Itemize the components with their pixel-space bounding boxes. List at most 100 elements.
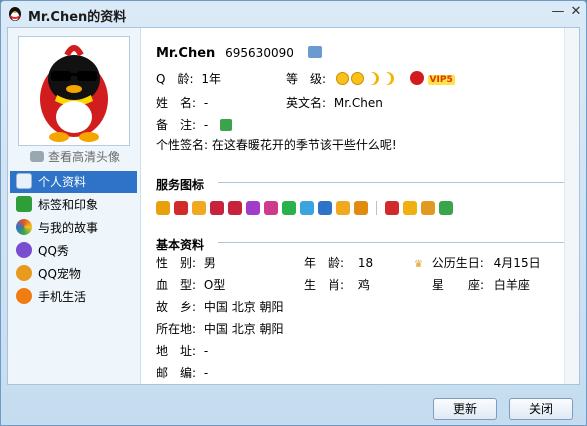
zodiac-label: 生 肖:	[304, 278, 345, 292]
english-name-label: 英文名:	[286, 96, 327, 110]
qq-vip-penguin-icon[interactable]	[409, 71, 424, 85]
qqshow-icon	[16, 242, 32, 258]
constellation-row: 星 座: 白羊座	[432, 276, 530, 293]
postcode-label: 邮 编:	[156, 366, 197, 380]
location-row: 所在地: 中国 北京 朝阳	[156, 320, 284, 337]
postcode-value: -	[203, 366, 209, 380]
age-row: 年 龄: 18	[304, 254, 373, 271]
penguin-avatar-image	[40, 45, 108, 142]
sidebar: 查看高清头像 个人资料 标签和印象 与我的故事 QQ秀 QQ宠物 手机生活	[8, 28, 141, 384]
service-icon[interactable]	[156, 200, 170, 215]
remark-row: 备 注: -	[156, 116, 233, 133]
service-icon[interactable]	[300, 200, 314, 215]
close-button[interactable]: 关闭	[509, 398, 573, 420]
crown-icon: ♛	[414, 259, 423, 270]
signature-row: 个性签名: 在这春暖花开的季节该干些什么呢!	[156, 136, 397, 153]
address-value: -	[203, 344, 209, 358]
blood-row: 血 型: O型	[156, 276, 225, 293]
sun-level-icon	[335, 72, 349, 85]
service-icon[interactable]	[354, 200, 368, 215]
postcode-row: 邮 编: -	[156, 364, 208, 381]
sidebar-item-mobile[interactable]: 手机生活	[10, 286, 137, 308]
hometown-value: 中国 北京 朝阳	[203, 300, 284, 314]
signature-label: 个性签名:	[156, 138, 209, 152]
service-icon[interactable]	[192, 200, 206, 215]
vip-badge[interactable]: VIP5	[427, 75, 455, 85]
service-icon[interactable]	[246, 200, 260, 215]
service-icons-row	[156, 200, 457, 215]
service-icon[interactable]	[210, 200, 224, 215]
qq-age-label: Q 龄:	[156, 72, 194, 86]
service-icon[interactable]	[228, 200, 242, 215]
hometown-label: 故 乡:	[156, 300, 197, 314]
refresh-button[interactable]: 更新	[433, 398, 497, 420]
zodiac-row: 生 肖: 鸡	[304, 276, 370, 293]
level-icons[interactable]	[335, 72, 400, 86]
service-icon[interactable]	[403, 200, 417, 215]
age-label: 年 龄:	[304, 256, 345, 270]
address-row: 地 址: -	[156, 342, 208, 359]
moon-level-icon	[381, 72, 394, 85]
basic-section-title: 基本资料	[156, 238, 205, 252]
sidebar-item-label: QQ秀	[38, 244, 69, 258]
english-name-value: Mr.Chen	[333, 96, 383, 110]
english-name-row: 英文名: Mr.Chen	[286, 94, 383, 111]
sidebar-item-qqpet[interactable]: QQ宠物	[10, 263, 137, 285]
zodiac-value: 鸡	[357, 278, 370, 292]
section-divider	[218, 182, 566, 183]
service-icon[interactable]	[439, 200, 453, 215]
view-hd-avatar-link[interactable]: 查看高清头像	[30, 148, 120, 165]
sidebar-item-label: 与我的故事	[38, 221, 99, 235]
blood-value: O型	[203, 278, 226, 292]
sidebar-item-label: 个人资料	[38, 175, 87, 189]
section-divider	[218, 242, 566, 243]
service-icon[interactable]	[336, 200, 350, 215]
close-window-button[interactable]: ✕	[567, 4, 585, 20]
signature-value: 在这春暖花开的季节该干些什么呢!	[211, 138, 397, 152]
service-icon[interactable]	[385, 200, 399, 215]
qq-number: 695630090	[225, 46, 294, 60]
sidebar-item-label: 手机生活	[38, 290, 87, 304]
service-icon[interactable]	[318, 200, 332, 215]
gender-row: 性 别: 男	[156, 254, 216, 271]
title-bar[interactable]: Mr.Chen的资料 — ✕	[1, 1, 586, 27]
scrollbar[interactable]	[564, 28, 579, 384]
service-icon[interactable]	[282, 200, 296, 215]
hometown-row: 故 乡: 中国 北京 朝阳	[156, 298, 284, 315]
tag-icon	[16, 196, 32, 212]
qq-penguin-icon	[9, 7, 21, 21]
sidebar-item-tags[interactable]: 标签和印象	[10, 194, 137, 216]
view-hd-avatar-label: 查看高清头像	[48, 150, 121, 164]
location-value: 中国 北京 朝阳	[203, 322, 284, 336]
address-label: 地 址:	[156, 344, 197, 358]
blood-label: 血 型:	[156, 278, 197, 292]
services-section-title: 服务图标	[156, 178, 205, 192]
minimize-button[interactable]: —	[549, 4, 567, 20]
sidebar-item-label: QQ宠物	[38, 267, 81, 281]
birthday-row: ♛ 公历生日: 4月15日	[414, 254, 541, 271]
window-title: Mr.Chen的资料	[28, 10, 127, 25]
pet-icon	[16, 265, 32, 281]
service-icon[interactable]	[264, 200, 278, 215]
sidebar-item-story[interactable]: 与我的故事	[10, 217, 137, 239]
birthday-label: 公历生日:	[431, 256, 484, 270]
edit-remark-icon[interactable]	[220, 119, 233, 131]
service-icon[interactable]	[421, 200, 435, 215]
service-icon[interactable]	[174, 200, 188, 215]
level-label: 等 级:	[286, 72, 327, 86]
sidebar-nav: 个人资料 标签和印象 与我的故事 QQ秀 QQ宠物 手机生活	[10, 171, 137, 309]
name-value: -	[203, 96, 209, 110]
profile-content: Mr.Chen 695630090 Q 龄: 1年 等 级: VIP5 姓 名:…	[156, 28, 576, 384]
remark-value: -	[203, 118, 209, 132]
sidebar-item-label: 标签和印象	[38, 198, 99, 212]
sidebar-item-qqshow[interactable]: QQ秀	[10, 240, 137, 262]
birthday-value: 4月15日	[493, 256, 541, 270]
qq-age-row: Q 龄: 1年	[156, 70, 221, 87]
mobile-check-icon	[16, 288, 32, 304]
profile-window: Mr.Chen的资料 — ✕ 查看高清头像 个人资料 标签和印象 与我的故事 Q…	[0, 0, 587, 426]
profile-card-icon	[16, 173, 32, 189]
sidebar-item-profile[interactable]: 个人资料	[10, 171, 137, 193]
avatar[interactable]	[18, 36, 130, 146]
qq-age-value: 1年	[201, 72, 221, 86]
contact-card-icon[interactable]	[307, 46, 322, 58]
